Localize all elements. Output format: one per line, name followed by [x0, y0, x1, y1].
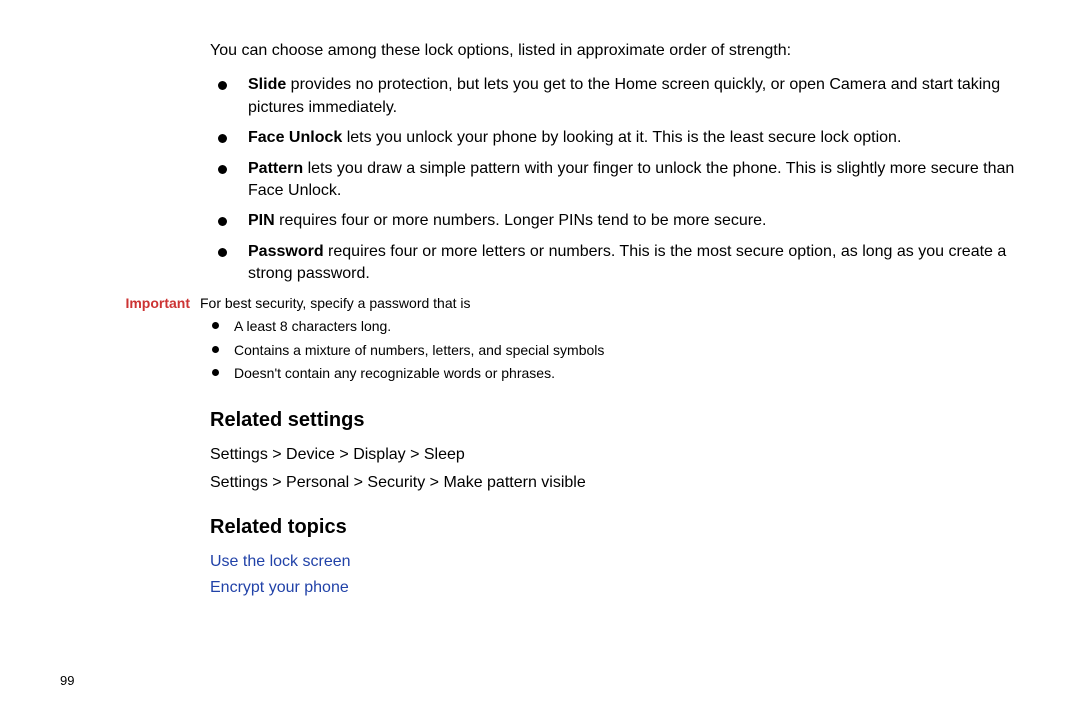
list-item: Password requires four or more letters o… [240, 241, 1020, 286]
note-intro: For best security, specify a password th… [200, 295, 471, 311]
option-text: provides no protection, but lets you get… [248, 76, 1000, 115]
note-label: Important [110, 294, 200, 314]
list-item: Contains a mixture of numbers, letters, … [230, 341, 1020, 361]
option-text: requires four or more numbers. Longer PI… [275, 212, 767, 229]
topic-link-encrypt[interactable]: Encrypt your phone [210, 577, 1020, 599]
settings-path: Settings > Personal > Security > Make pa… [210, 472, 1020, 494]
list-item: Pattern lets you draw a simple pattern w… [240, 158, 1020, 203]
page-number: 99 [60, 672, 74, 690]
lock-options-list: Slide provides no protection, but lets y… [210, 74, 1020, 285]
list-item: A least 8 characters long. [230, 317, 1020, 337]
list-item: Slide provides no protection, but lets y… [240, 74, 1020, 119]
list-item: Face Unlock lets you unlock your phone b… [240, 127, 1020, 149]
option-label: Slide [248, 76, 286, 93]
option-label: Pattern [248, 160, 303, 177]
option-text: requires four or more letters or numbers… [248, 243, 1006, 282]
option-label: PIN [248, 212, 275, 229]
topic-link-lock-screen[interactable]: Use the lock screen [210, 551, 1020, 573]
important-note: Important For best security, specify a p… [110, 294, 1020, 388]
option-text: lets you unlock your phone by looking at… [342, 129, 901, 146]
list-item: Doesn't contain any recognizable words o… [230, 364, 1020, 384]
settings-path: Settings > Device > Display > Sleep [210, 444, 1020, 466]
list-item: PIN requires four or more numbers. Longe… [240, 210, 1020, 232]
option-label: Face Unlock [248, 129, 342, 146]
note-sublist: A least 8 characters long. Contains a mi… [200, 317, 1020, 384]
related-topics-heading: Related topics [210, 513, 1020, 541]
intro-text: You can choose among these lock options,… [210, 40, 1020, 62]
option-label: Password [248, 243, 324, 260]
related-settings-heading: Related settings [210, 406, 1020, 434]
option-text: lets you draw a simple pattern with your… [248, 160, 1014, 199]
